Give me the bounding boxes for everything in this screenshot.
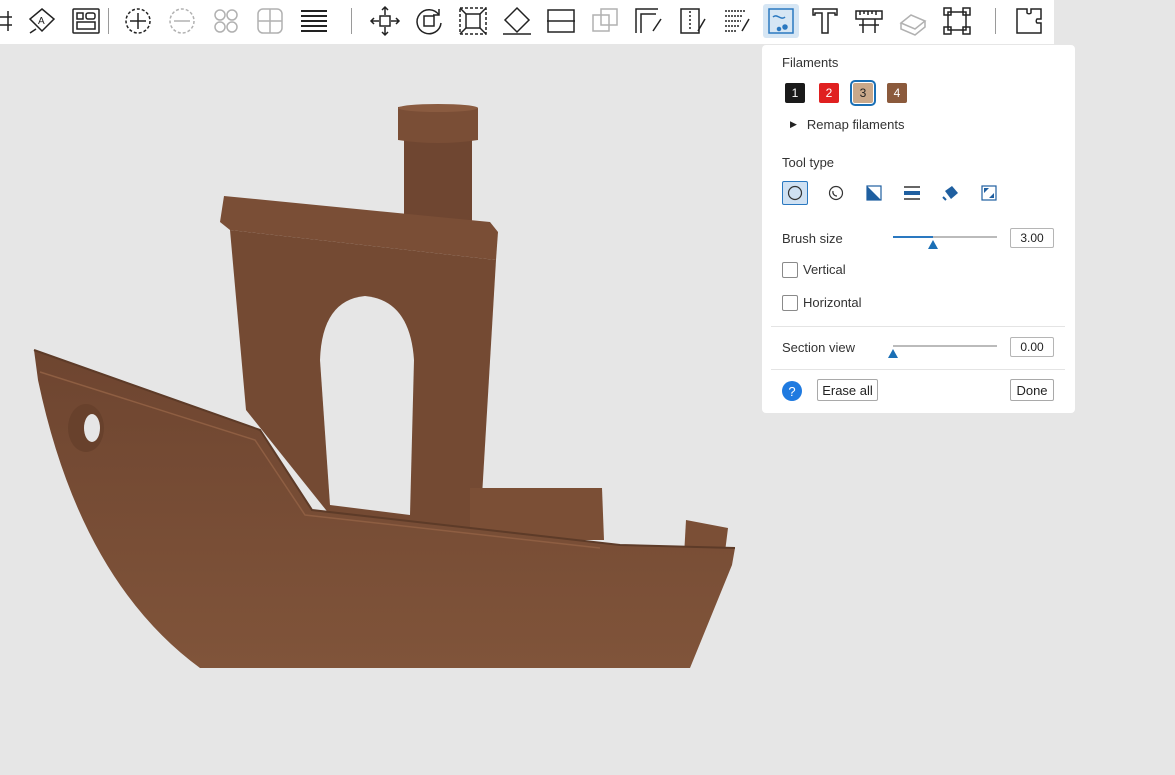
height-range-icon[interactable]	[899, 181, 925, 205]
text-shape-icon[interactable]	[807, 4, 843, 38]
fuzzy-skin-painting-icon[interactable]	[719, 4, 755, 38]
section-view-input[interactable]: 0.00	[1010, 337, 1054, 357]
split-objects-icon[interactable]	[208, 4, 244, 38]
assembly-view-icon[interactable]	[1011, 4, 1047, 38]
brush-size-label: Brush size	[782, 231, 843, 246]
auto-orient-icon[interactable]: A	[24, 4, 60, 38]
move-icon[interactable]	[367, 4, 403, 38]
rotate-icon[interactable]	[411, 4, 447, 38]
help-icon[interactable]: ?	[782, 381, 802, 401]
tool-type-title: Tool type	[782, 155, 835, 170]
vertical-checkbox[interactable]	[782, 262, 798, 278]
color-painting-panel: Filaments 1 2 3 4 ▶ Remap filaments Tool…	[762, 45, 1075, 413]
assembly-icon[interactable]	[895, 4, 931, 38]
arrange-plates-icon[interactable]	[68, 4, 104, 38]
panel-divider	[771, 326, 1065, 327]
filament-4-button[interactable]: 4	[887, 83, 907, 103]
add-instance-icon[interactable]	[120, 4, 156, 38]
vertical-label: Vertical	[803, 262, 846, 277]
triangle-fill-icon[interactable]	[861, 181, 887, 205]
layers-icon[interactable]	[296, 4, 332, 38]
brush-size-input[interactable]: 3.00	[1010, 228, 1054, 248]
filaments-title: Filaments	[782, 55, 839, 70]
panel-divider	[771, 369, 1065, 370]
horizontal-label: Horizontal	[803, 295, 862, 310]
triangle-right-icon: ▶	[790, 119, 797, 129]
remap-filaments-toggle[interactable]: ▶ Remap filaments	[790, 117, 904, 132]
grid-arrange-icon[interactable]	[0, 4, 22, 38]
gap-fill-icon[interactable]	[976, 181, 1002, 205]
mesh-boolean-icon[interactable]	[587, 4, 623, 38]
seam-painting-icon[interactable]	[675, 4, 711, 38]
horizontal-checkbox[interactable]	[782, 295, 798, 311]
erase-all-button[interactable]: Erase all	[817, 379, 878, 401]
section-view-label: Section view	[782, 340, 855, 355]
split-parts-icon[interactable]	[252, 4, 288, 38]
filament-1-button[interactable]: 1	[785, 83, 805, 103]
top-toolbar: A	[0, 0, 1054, 44]
svg-text:A: A	[38, 16, 45, 27]
remove-instance-icon[interactable]	[164, 4, 200, 38]
done-button[interactable]: Done	[1010, 379, 1054, 401]
scale-icon[interactable]	[455, 4, 491, 38]
remap-filaments-label: Remap filaments	[806, 117, 905, 132]
cut-icon[interactable]	[543, 4, 579, 38]
measure-icon[interactable]	[851, 4, 887, 38]
brim-ears-icon[interactable]	[939, 4, 975, 38]
color-painting-icon[interactable]	[763, 4, 799, 38]
filament-3-button[interactable]: 3	[850, 80, 876, 106]
fill-bucket-icon[interactable]	[938, 181, 964, 205]
circle-brush-icon[interactable]	[782, 181, 808, 205]
lay-on-face-icon[interactable]	[499, 4, 535, 38]
sphere-brush-icon[interactable]	[823, 181, 849, 205]
filament-2-button[interactable]: 2	[819, 83, 839, 103]
support-painting-icon[interactable]	[631, 4, 667, 38]
